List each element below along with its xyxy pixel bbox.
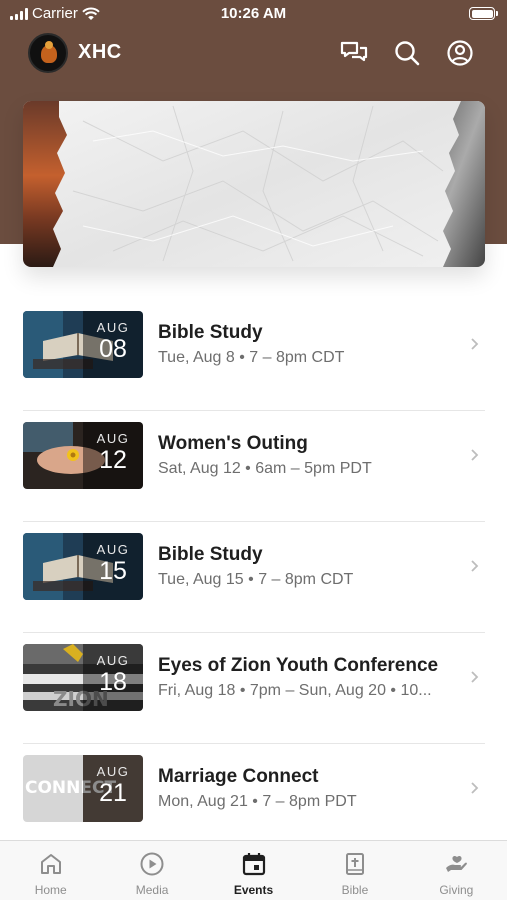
chat-icon[interactable] xyxy=(339,38,369,68)
chevron-right-icon xyxy=(471,671,479,683)
event-row[interactable]: AUG 08 Bible Study Tue, Aug 8 • 7 – 8pm … xyxy=(0,300,507,411)
calendar-icon xyxy=(242,853,265,876)
crumpled-paper-banner xyxy=(23,101,485,267)
app-title: XHC xyxy=(78,41,122,63)
event-title: Eyes of Zion Youth Conference xyxy=(158,655,439,676)
giving-icon xyxy=(446,855,468,872)
tab-bar: Home Media Events Bible Giving xyxy=(0,840,507,900)
tab-label: Bible xyxy=(341,883,369,897)
app-header: XHC xyxy=(0,30,507,76)
event-title: Bible Study xyxy=(158,322,263,343)
tab-media[interactable]: Media xyxy=(101,841,202,900)
tab-label: Home xyxy=(34,883,67,897)
event-list: AUG 08 Bible Study Tue, Aug 8 • 7 – 8pm … xyxy=(0,300,507,855)
event-date-badge: AUG 21 xyxy=(83,755,143,822)
chevron-right-icon xyxy=(471,449,479,461)
tab-bible[interactable]: Bible xyxy=(304,841,405,900)
account-icon[interactable] xyxy=(445,38,475,68)
event-day: 18 xyxy=(99,668,127,696)
event-date-badge: AUG 18 xyxy=(83,644,143,711)
event-row[interactable]: ZION AUG 18 Eyes of Zion Youth Conferenc… xyxy=(0,633,507,744)
event-date-badge: AUG 08 xyxy=(83,311,143,378)
chevron-right-icon xyxy=(471,338,479,350)
event-time: Tue, Aug 15 • 7 – 8pm CDT xyxy=(158,571,354,588)
event-row[interactable]: CONNECT AUG 21 Marriage Connect Mon, Aug… xyxy=(0,744,507,855)
event-row[interactable]: AUG 12 Women's Outing Sat, Aug 12 • 6am … xyxy=(0,411,507,522)
play-icon xyxy=(140,852,164,876)
status-bar: Carrier 10:26 AM xyxy=(0,0,507,28)
chevron-right-icon xyxy=(471,782,479,794)
status-time: 10:26 AM xyxy=(220,5,287,22)
event-date-badge: AUG 15 xyxy=(83,533,143,600)
tab-label: Giving xyxy=(439,883,474,897)
event-time: Fri, Aug 18 • 7pm – Sun, Aug 20 • 10... xyxy=(158,682,432,699)
event-month: AUG xyxy=(96,320,130,335)
event-title: Women's Outing xyxy=(158,433,308,454)
tab-home[interactable]: Home xyxy=(0,841,101,900)
tab-label: Media xyxy=(135,883,169,897)
event-row[interactable]: AUG 15 Bible Study Tue, Aug 15 • 7 – 8pm… xyxy=(0,522,507,633)
event-title: Bible Study xyxy=(158,544,263,565)
search-icon[interactable] xyxy=(392,38,422,68)
event-date-badge: AUG 12 xyxy=(83,422,143,489)
event-day: 15 xyxy=(99,557,127,585)
event-time: Sat, Aug 12 • 6am – 5pm PDT xyxy=(158,460,372,477)
battery-icon xyxy=(469,7,498,20)
event-month: AUG xyxy=(96,653,130,668)
event-day: 12 xyxy=(99,446,127,474)
tab-events[interactable]: Events xyxy=(203,841,304,900)
tab-giving[interactable]: Giving xyxy=(406,841,507,900)
featured-banner[interactable] xyxy=(23,101,485,267)
event-day: 21 xyxy=(99,779,127,807)
event-time: Mon, Aug 21 • 7 – 8pm PDT xyxy=(158,793,357,810)
event-time: Tue, Aug 8 • 7 – 8pm CDT xyxy=(158,349,345,366)
chevron-right-icon xyxy=(471,560,479,572)
event-day: 08 xyxy=(99,335,127,363)
event-month: AUG xyxy=(96,542,130,557)
tab-label: Events xyxy=(233,883,274,897)
bible-icon xyxy=(345,853,364,875)
event-month: AUG xyxy=(96,431,130,446)
event-title: Marriage Connect xyxy=(158,766,319,787)
home-icon xyxy=(40,854,61,874)
church-logo[interactable] xyxy=(28,33,68,73)
event-month: AUG xyxy=(96,764,130,779)
